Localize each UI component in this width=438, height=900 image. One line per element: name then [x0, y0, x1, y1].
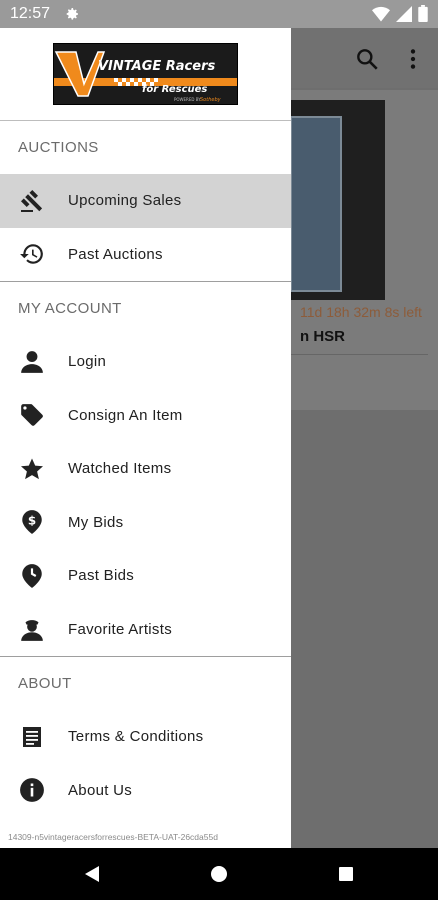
status-bar: 12:57: [0, 0, 438, 28]
overflow-menu-icon[interactable]: [400, 46, 426, 72]
menu-item-label: Terms & Conditions: [68, 728, 204, 746]
menu-item-label: Watched Items: [68, 460, 172, 478]
logo-wordmark: Sotheby: [200, 97, 222, 103]
gavel-icon: [19, 188, 45, 214]
section-about-title: ABOUT: [18, 675, 72, 692]
info-icon: [19, 777, 45, 803]
wifi-icon: [372, 6, 390, 21]
svg-text:$: $: [28, 514, 36, 528]
menu-item-label: Favorite Artists: [68, 620, 172, 638]
menu-item-upcoming-sales[interactable]: Upcoming Sales: [0, 174, 291, 228]
system-nav-bar: [0, 848, 438, 900]
menu-item-login[interactable]: Login: [0, 335, 291, 389]
menu-item-label: Past Auctions: [68, 245, 163, 263]
drawer-header: VINTAGE Racers for Rescues POWERED BY So…: [0, 28, 291, 121]
auction-artwork-frame: [290, 116, 342, 292]
logo-line1: VINTAGE Racers: [98, 59, 215, 74]
menu-item-label: Upcoming Sales: [68, 192, 182, 210]
search-icon[interactable]: [354, 46, 380, 72]
star-icon: [19, 456, 45, 482]
build-version: 14309-n5vintageracersforrescues-BETA-UAT…: [8, 832, 218, 842]
home-icon[interactable]: [210, 865, 228, 883]
menu-item-past-bids[interactable]: Past Bids: [0, 549, 291, 603]
artist-icon: [19, 616, 45, 642]
person-icon: [19, 349, 45, 375]
menu-item-label: Consign An Item: [68, 406, 183, 424]
section-my-account-title: MY ACCOUNT: [18, 300, 122, 317]
clock-pin-icon: [19, 563, 45, 589]
menu-item-label: About Us: [68, 781, 133, 799]
auction-countdown: 11d 18h 32m 8s left: [300, 304, 422, 320]
menu-item-favorite-artists[interactable]: Favorite Artists: [0, 603, 291, 657]
document-icon: [19, 724, 45, 750]
back-icon[interactable]: [83, 865, 101, 883]
menu-item-terms-conditions[interactable]: Terms & Conditions: [0, 710, 291, 764]
menu-item-my-bids[interactable]: $ My Bids: [0, 496, 291, 550]
vintage-racers-logo: VINTAGE Racers for Rescues POWERED BY So…: [53, 43, 238, 105]
history-icon: [19, 241, 45, 267]
section-auctions-title: AUCTIONS: [18, 139, 99, 156]
auction-title: n HSR: [300, 328, 345, 345]
navigation-drawer: VINTAGE Racers for Rescues POWERED BY So…: [0, 28, 291, 848]
signal-icon: [396, 5, 412, 22]
menu-item-consign-an-item[interactable]: Consign An Item: [0, 389, 291, 443]
menu-item-label: My Bids: [68, 513, 124, 531]
settings-gear-icon: [66, 8, 79, 20]
recents-icon[interactable]: [337, 865, 355, 883]
logo-powered-by: POWERED BY: [174, 97, 201, 102]
menu-item-label: Login: [68, 353, 107, 371]
card-divider: [290, 354, 428, 355]
menu-item-about-us[interactable]: About Us: [0, 764, 291, 818]
status-time: 12:57: [10, 5, 51, 22]
logo-line2: for Rescues: [142, 84, 207, 95]
menu-item-past-auctions[interactable]: Past Auctions: [0, 228, 291, 282]
battery-icon: [418, 5, 428, 22]
dollar-pin-icon: $: [19, 509, 45, 535]
menu-item-watched-items[interactable]: Watched Items: [0, 442, 291, 496]
menu-item-label: Past Bids: [68, 567, 135, 585]
tag-icon: [19, 402, 45, 428]
